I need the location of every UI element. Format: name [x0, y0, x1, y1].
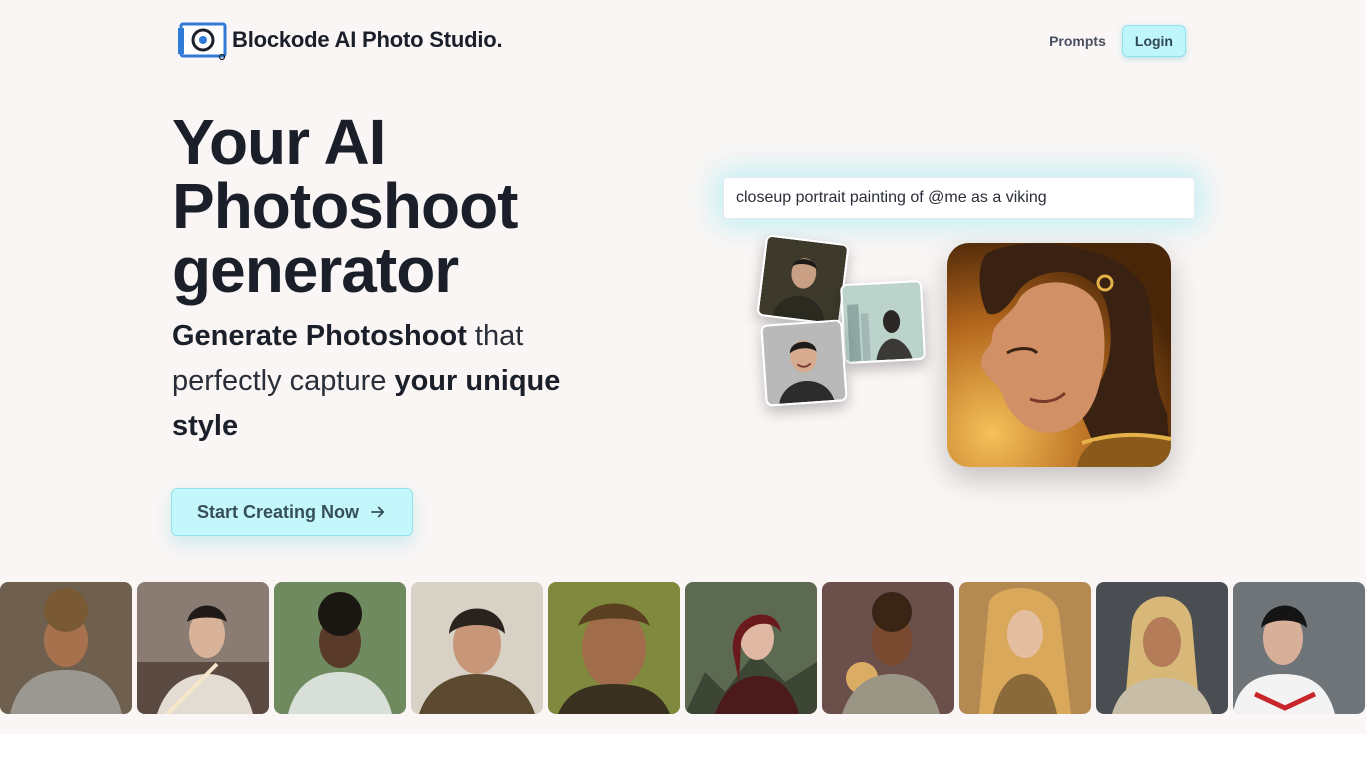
- start-creating-label: Start Creating Now: [196, 501, 360, 522]
- prompt-preview-box: closeup portrait painting of @me as a vi…: [723, 177, 1195, 219]
- generated-portrait: [947, 243, 1171, 467]
- camera-lens-logo-icon: [178, 20, 228, 61]
- gallery-image: [274, 582, 406, 714]
- prompt-text: closeup portrait painting of @me as a vi…: [736, 189, 1047, 206]
- gallery-image: [411, 582, 543, 714]
- input-photo-1: [756, 234, 850, 326]
- nav-link-prompts[interactable]: Prompts: [1049, 25, 1106, 57]
- brand-name: Blockode AI Photo Studio.: [232, 27, 503, 52]
- gallery-image: [822, 582, 954, 714]
- input-photo-2: [839, 279, 927, 365]
- input-photo-3: [760, 319, 848, 407]
- arrow-right-icon: [371, 506, 385, 518]
- page-bottom-band: [0, 734, 1366, 768]
- gallery-image: [0, 582, 132, 714]
- gallery-image: [1233, 582, 1365, 714]
- gallery-image: [685, 582, 817, 714]
- gallery-image: [548, 582, 680, 714]
- gallery-image: [137, 582, 269, 714]
- gallery-image: [959, 582, 1091, 714]
- brand-logo[interactable]: Blockode AI Photo Studio.: [178, 20, 503, 61]
- gallery-image: [1096, 582, 1228, 714]
- start-creating-button[interactable]: Start Creating Now: [171, 488, 413, 536]
- hero-title: Your AI Photoshoot generator: [172, 106, 518, 306]
- hero-subtitle: Generate Photoshoot that perfectly captu…: [172, 314, 622, 449]
- top-nav: Prompts Login: [1049, 25, 1186, 57]
- example-gallery: [0, 582, 1366, 714]
- subtitle-emphasis-1: Generate Photoshoot: [172, 320, 467, 352]
- login-button[interactable]: Login: [1121, 25, 1186, 57]
